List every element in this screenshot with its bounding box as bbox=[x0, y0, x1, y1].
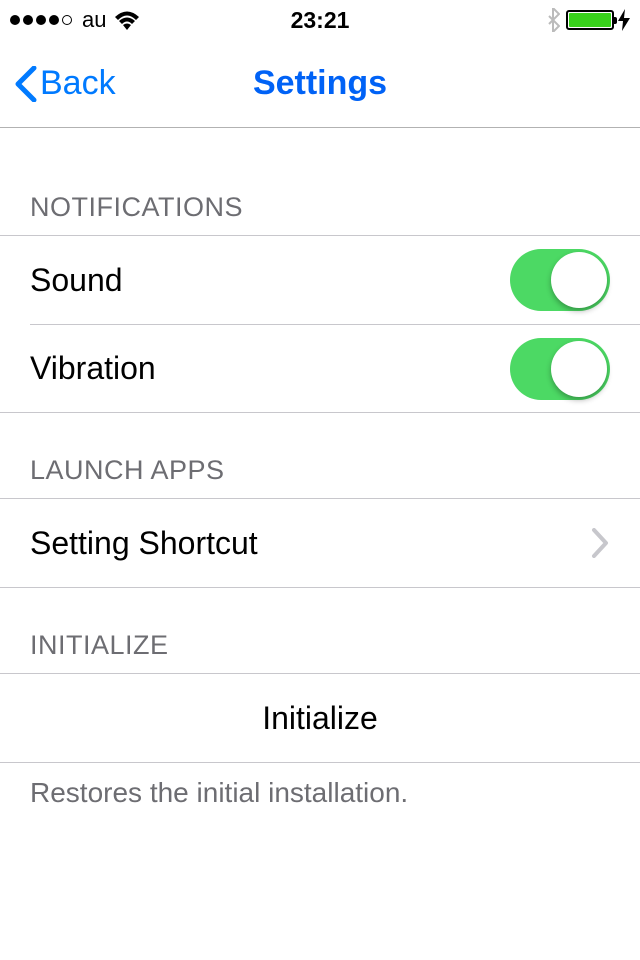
section-header-launch-apps: LAUNCH APPS bbox=[0, 413, 640, 498]
wifi-icon bbox=[114, 10, 140, 30]
charging-icon bbox=[618, 9, 630, 31]
status-left: au bbox=[10, 7, 140, 33]
toggle-knob bbox=[551, 341, 607, 397]
vibration-toggle[interactable] bbox=[510, 338, 610, 400]
battery-icon bbox=[566, 10, 614, 30]
status-bar: au 23:21 bbox=[0, 0, 640, 40]
cell-sound: Sound bbox=[0, 236, 640, 324]
section-footer-initialize: Restores the initial installation. bbox=[0, 763, 640, 823]
setting-shortcut-label: Setting Shortcut bbox=[30, 525, 258, 562]
bluetooth-icon bbox=[546, 8, 560, 32]
cell-vibration: Vibration bbox=[30, 324, 640, 412]
page-title: Settings bbox=[253, 64, 387, 103]
sound-toggle[interactable] bbox=[510, 249, 610, 311]
back-label: Back bbox=[40, 64, 116, 103]
section-header-notifications: NOTIFICATIONS bbox=[0, 128, 640, 235]
chevron-left-icon bbox=[14, 66, 38, 102]
vibration-label: Vibration bbox=[30, 350, 156, 387]
chevron-right-icon bbox=[590, 528, 610, 558]
section-header-initialize: INITIALIZE bbox=[0, 588, 640, 673]
cell-group-initialize: Initialize bbox=[0, 673, 640, 763]
back-button[interactable]: Back bbox=[14, 64, 116, 103]
cell-group-notifications: Sound Vibration bbox=[0, 235, 640, 413]
cell-setting-shortcut[interactable]: Setting Shortcut bbox=[0, 499, 640, 587]
sound-label: Sound bbox=[30, 262, 123, 299]
nav-bar: Back Settings bbox=[0, 40, 640, 128]
cell-group-launch-apps: Setting Shortcut bbox=[0, 498, 640, 588]
initialize-label: Initialize bbox=[262, 700, 378, 737]
toggle-knob bbox=[551, 252, 607, 308]
initialize-button[interactable]: Initialize bbox=[0, 674, 640, 762]
status-right bbox=[546, 8, 630, 32]
carrier-label: au bbox=[82, 7, 106, 33]
status-time: 23:21 bbox=[291, 7, 350, 34]
signal-strength-icon bbox=[10, 15, 72, 25]
